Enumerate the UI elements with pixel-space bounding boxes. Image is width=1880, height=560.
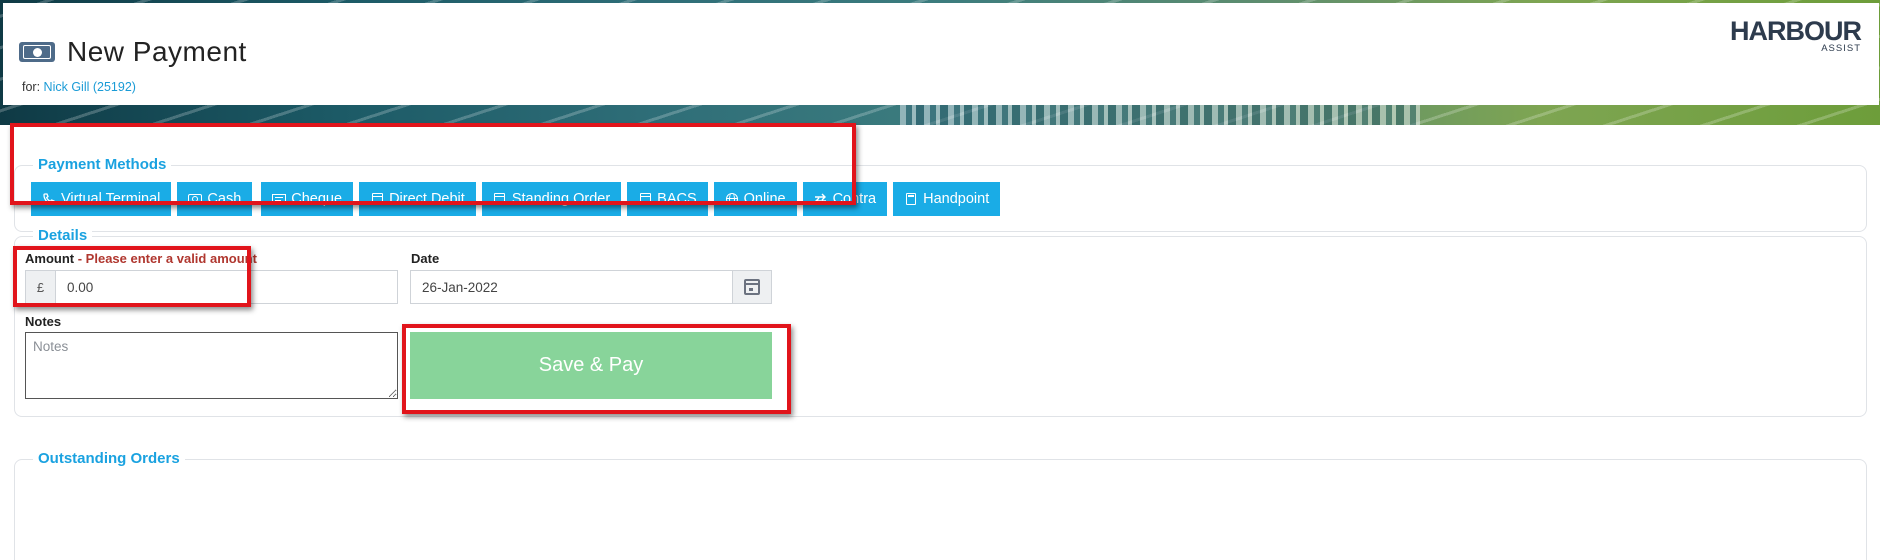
outstanding-orders-legend: Outstanding Orders [33,450,185,467]
subtitle-prefix: for: [22,80,41,94]
customer-link[interactable]: Nick Gill (25192) [44,80,136,94]
amount-highlight [13,246,251,307]
outstanding-orders-panel: Outstanding Orders [14,450,1867,560]
date-picker-button[interactable] [732,271,771,303]
save-button-highlight [402,324,791,414]
main-content: Payment Methods Virtual Terminal Cash Ch… [5,123,1875,560]
notes-textarea[interactable] [25,332,398,399]
details-legend: Details [33,227,93,244]
date-label: Date [411,251,440,266]
calendar-icon [744,279,760,295]
logo-main-text: HARBOUR [1730,16,1862,46]
page-header: New Payment for: Nick Gill (25192) HARBO… [3,3,1879,105]
page-title: New Payment [67,36,247,67]
date-input-group [410,270,772,304]
notes-label: Notes [25,314,62,329]
calculator-icon [904,192,918,206]
handpoint-button[interactable]: Handpoint [893,182,1001,216]
money-icon [19,42,55,62]
title-row: New Payment [19,36,247,68]
subtitle: for: Nick Gill (25192) [22,80,136,94]
date-input[interactable] [411,271,732,303]
payment-methods-highlight [10,123,856,205]
handpoint-label: Handpoint [923,191,990,207]
harbour-assist-logo: HARBOUR ASSIST [1730,16,1862,54]
